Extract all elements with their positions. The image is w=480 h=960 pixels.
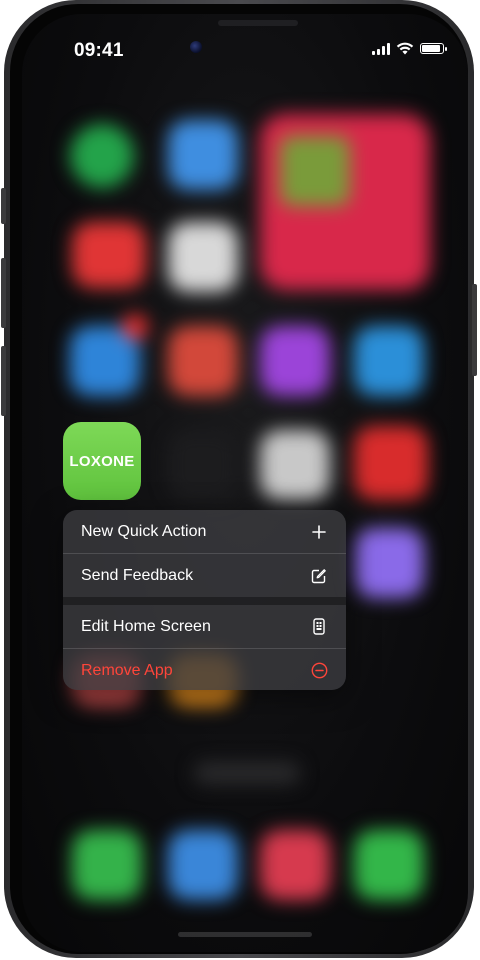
power-button — [472, 284, 477, 376]
phone-frame: 09:41 LOXONE New Quick Action Send Feedb… — [1, 0, 477, 958]
blurred-page-indicator — [194, 762, 300, 784]
blurred-dock-phone-icon — [72, 830, 142, 900]
screen: 09:41 LOXONE New Quick Action Send Feedb… — [22, 14, 468, 952]
remove-app-item[interactable]: Remove App — [63, 649, 346, 690]
blurred-app-icon — [354, 326, 424, 396]
send-feedback-item[interactable]: Send Feedback — [63, 554, 346, 597]
menu-item-label: Remove App — [81, 661, 173, 679]
blurred-app-icon — [168, 430, 238, 500]
blurred-app-icon — [168, 222, 238, 292]
status-time: 09:41 — [74, 40, 124, 61]
blurred-app-icon — [168, 326, 238, 396]
blurred-app-icon — [354, 426, 428, 500]
edit-home-screen-item[interactable]: Edit Home Screen — [63, 605, 346, 648]
blurred-dock-browser-icon — [168, 830, 238, 900]
volume-up-button — [1, 258, 6, 328]
action-button — [1, 188, 6, 224]
blurred-app-icon — [70, 124, 134, 188]
new-quick-action-item[interactable]: New Quick Action — [63, 510, 346, 553]
blurred-dock-messages-icon — [354, 830, 424, 900]
menu-item-label: Edit Home Screen — [81, 617, 211, 635]
cellular-signal-icon — [372, 42, 390, 55]
phone-screen-icon — [310, 618, 328, 636]
menu-item-label: Send Feedback — [81, 566, 194, 584]
app-icon-label: LOXONE — [69, 452, 135, 470]
menu-item-label: New Quick Action — [81, 522, 207, 540]
bezel: 09:41 LOXONE New Quick Action Send Feedb… — [10, 4, 468, 954]
compose-icon — [310, 567, 328, 585]
volume-down-button — [1, 346, 6, 416]
menu-section-gap — [63, 597, 346, 605]
context-menu: New Quick Action Send Feedback Edit Home… — [63, 510, 346, 690]
blurred-badge — [122, 314, 148, 340]
blurred-dock-music-icon — [260, 830, 330, 900]
blurred-app-icon — [260, 326, 330, 396]
blurred-app-icon — [260, 430, 330, 500]
status-icons — [372, 42, 447, 55]
earpiece-speaker — [218, 20, 298, 26]
blurred-app-icon — [354, 528, 424, 598]
blurred-widget-image — [280, 136, 350, 206]
minus-circle-icon — [310, 662, 328, 680]
blurred-app-icon — [168, 120, 238, 190]
home-indicator[interactable] — [178, 932, 312, 937]
blurred-app-icon — [72, 222, 146, 288]
battery-icon — [420, 43, 447, 54]
front-camera — [190, 41, 202, 53]
plus-icon — [310, 523, 328, 541]
wifi-icon — [396, 42, 414, 55]
loxone-app-icon[interactable]: LOXONE — [63, 422, 141, 500]
